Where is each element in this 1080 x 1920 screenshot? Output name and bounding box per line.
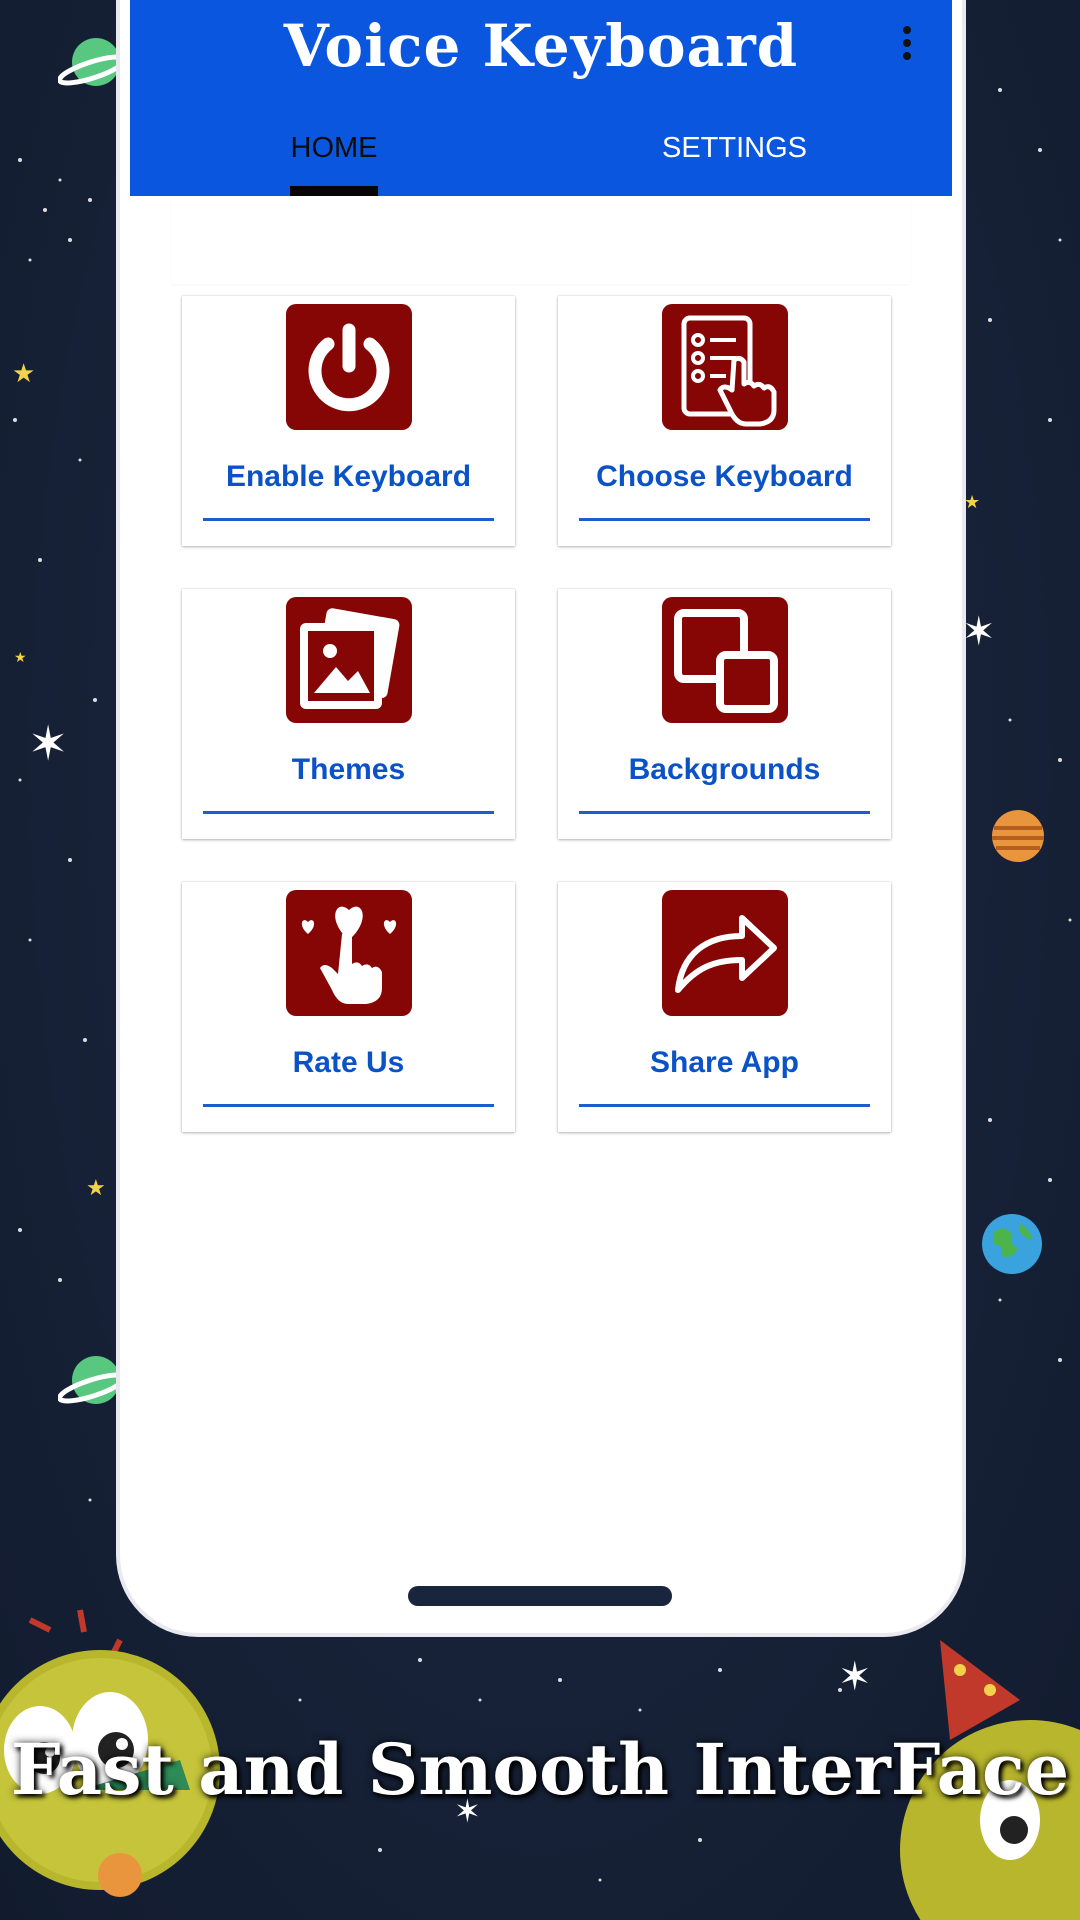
card-underline: [203, 518, 494, 521]
svg-text:★: ★: [12, 359, 35, 389]
green-planet-top-left: [58, 38, 127, 86]
card-label: Backgrounds: [628, 753, 821, 786]
app-title: Voice Keyboard: [283, 12, 799, 80]
layered-squares-icon: [662, 597, 788, 723]
tab-home[interactable]: HOME: [290, 88, 378, 196]
banner-area: [172, 196, 910, 284]
green-planet-mid-left: [58, 1356, 127, 1404]
checklist-tap-icon: [662, 304, 788, 430]
svg-text:★: ★: [14, 650, 27, 666]
home-indicator[interactable]: [408, 1586, 672, 1606]
card-underline: [203, 811, 494, 814]
power-icon: [286, 304, 412, 430]
tab-settings[interactable]: SETTINGS: [662, 88, 808, 196]
share-arrow-icon: [662, 890, 788, 1016]
card-label: Choose Keyboard: [596, 460, 853, 493]
orange-planet: [992, 810, 1044, 862]
tab-selected-indicator: [290, 186, 378, 196]
share-app-card[interactable]: Share App: [558, 882, 891, 1132]
tab-settings-label: SETTINGS: [662, 132, 808, 164]
app-bar: Voice Keyboard HOME SETTINGS: [130, 0, 952, 196]
card-label: Enable Keyboard: [225, 460, 472, 493]
card-label: Rate Us: [292, 1046, 405, 1079]
enable-keyboard-card[interactable]: Enable Keyboard: [182, 296, 515, 546]
card-label: Share App: [650, 1046, 799, 1079]
choose-keyboard-card[interactable]: Choose Keyboard: [558, 296, 891, 546]
earth-planet: [982, 1214, 1042, 1274]
image-stack-icon: [286, 597, 412, 723]
svg-text:✶: ✶: [838, 1654, 872, 1700]
card-underline: [203, 1104, 494, 1107]
svg-text:★: ★: [964, 492, 980, 513]
rate-us-card[interactable]: Rate Us: [182, 882, 515, 1132]
themes-card[interactable]: Themes: [182, 589, 515, 839]
svg-text:✶: ✶: [28, 716, 68, 772]
card-underline: [579, 518, 870, 521]
card-underline: [579, 811, 870, 814]
svg-text:✶: ✶: [962, 609, 996, 655]
card-label: Themes: [291, 753, 406, 786]
hearts-tap-icon: [286, 890, 412, 1016]
phone-screen: Voice Keyboard HOME SETTINGS Enable Keyb…: [120, 0, 962, 1633]
tab-home-label: HOME: [290, 132, 378, 164]
svg-text:★: ★: [86, 1176, 106, 1201]
promo-caption: Fast and Smooth InterFace: [10, 1728, 1070, 1811]
card-underline: [579, 1104, 870, 1107]
backgrounds-card[interactable]: Backgrounds: [558, 589, 891, 839]
more-vertical-icon[interactable]: [900, 26, 914, 66]
